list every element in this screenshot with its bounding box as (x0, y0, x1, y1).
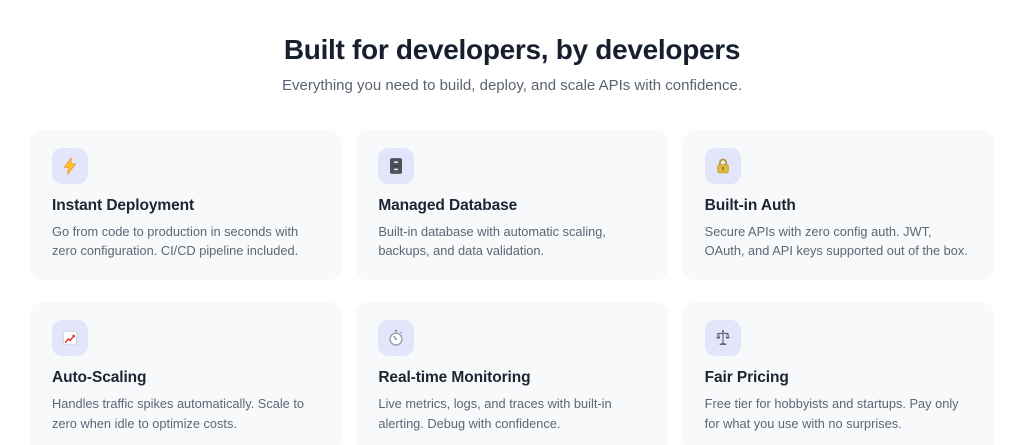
feature-card-auto-scaling: Auto-Scaling Handles traffic spikes auto… (30, 302, 341, 445)
feature-icon-chip (52, 148, 88, 184)
feature-card-built-in-auth: Built-in Auth Secure APIs with zero conf… (683, 130, 994, 280)
feature-icon-chip (378, 320, 414, 356)
feature-description: Secure APIs with zero config auth. JWT, … (705, 222, 972, 260)
stopwatch-icon (386, 328, 406, 348)
file-cabinet-icon (386, 156, 406, 176)
feature-icon-chip (705, 148, 741, 184)
chart-increasing-icon (60, 328, 80, 348)
feature-icon-chip (378, 148, 414, 184)
feature-title: Auto-Scaling (52, 369, 319, 387)
feature-description: Live metrics, logs, and traces with buil… (378, 394, 645, 432)
feature-card-managed-database: Managed Database Built-in database with … (356, 130, 667, 280)
feature-card-fair-pricing: Fair Pricing Free tier for hobbyists and… (683, 302, 994, 445)
feature-title: Real-time Monitoring (378, 369, 645, 387)
lock-icon (713, 156, 733, 176)
feature-title: Managed Database (378, 197, 645, 215)
features-grid: Instant Deployment Go from code to produ… (30, 130, 994, 445)
feature-icon-chip (52, 320, 88, 356)
feature-description: Free tier for hobbyists and startups. Pa… (705, 394, 972, 432)
lightning-bolt-icon (60, 156, 80, 176)
feature-card-real-time-monitoring: Real-time Monitoring Live metrics, logs,… (356, 302, 667, 445)
section-subtitle: Everything you need to build, deploy, an… (0, 77, 1024, 94)
balance-scale-icon (713, 328, 733, 348)
features-section: Built for developers, by developers Ever… (0, 0, 1024, 445)
feature-description: Built-in database with automatic scaling… (378, 222, 645, 260)
section-header: Built for developers, by developers Ever… (0, 0, 1024, 94)
feature-title: Built-in Auth (705, 197, 972, 215)
feature-description: Go from code to production in seconds wi… (52, 222, 319, 260)
feature-title: Fair Pricing (705, 369, 972, 387)
feature-card-instant-deployment: Instant Deployment Go from code to produ… (30, 130, 341, 280)
feature-icon-chip (705, 320, 741, 356)
feature-description: Handles traffic spikes automatically. Sc… (52, 394, 319, 432)
section-title: Built for developers, by developers (0, 34, 1024, 66)
feature-title: Instant Deployment (52, 197, 319, 215)
